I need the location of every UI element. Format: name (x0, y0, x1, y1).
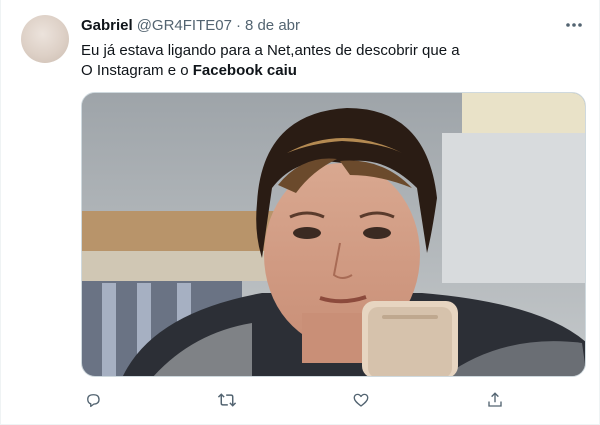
author-name[interactable]: Gabriel (81, 17, 133, 34)
separator-dot: · (235, 16, 241, 34)
share-icon[interactable] (483, 388, 507, 412)
retweet-icon[interactable] (215, 388, 239, 412)
tweet-text-line2-prefix: O Instagram e o (81, 62, 193, 79)
more-horizontal-icon[interactable] (563, 17, 585, 33)
author-handle[interactable]: @GR4FITE07 (137, 17, 232, 34)
tweet-text-line2-bold: Facebook caiu (192, 62, 297, 79)
avatar[interactable] (21, 15, 69, 63)
heart-icon[interactable] (349, 388, 373, 412)
tweet-text-line1: Eu já estava ligando para a Net,antes de… (81, 42, 460, 59)
tweet-text: Eu já estava ligando para a Net,antes de… (81, 41, 579, 81)
tweet-date[interactable]: 8 de abr (245, 17, 300, 34)
photo-illustration (82, 93, 585, 376)
tweet-media-photo[interactable] (81, 92, 586, 377)
tweet-card[interactable]: Gabriel @GR4FITE07 · 8 de abr Eu já esta… (0, 0, 600, 425)
tweet-header: Gabriel @GR4FITE07 · 8 de abr (81, 14, 579, 36)
tweet-actions (81, 388, 502, 412)
tweet-text-line2: O Instagram e o Facebook caiu (81, 61, 579, 81)
reply-icon[interactable] (81, 388, 105, 412)
